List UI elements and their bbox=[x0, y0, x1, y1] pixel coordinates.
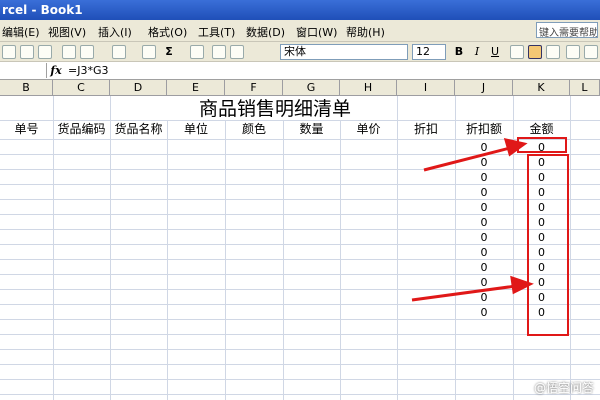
window-title: rcel - Book1 bbox=[2, 3, 83, 17]
currency-icon[interactable] bbox=[584, 45, 598, 59]
column-header-e[interactable]: E bbox=[167, 80, 225, 95]
column-header-f[interactable]: F bbox=[225, 80, 283, 95]
formatting-toolbar: Σ 宋体 12 B I U bbox=[0, 42, 600, 62]
arrow-line-bottom bbox=[411, 284, 517, 302]
preview-icon[interactable] bbox=[20, 45, 34, 59]
window-title-bar: rcel - Book1 bbox=[0, 0, 600, 20]
column-header-g[interactable]: G bbox=[283, 80, 340, 95]
undo-icon[interactable] bbox=[112, 45, 126, 59]
print-icon[interactable] bbox=[2, 45, 16, 59]
menu-format[interactable]: 格式(O) bbox=[148, 24, 187, 40]
column-header-h[interactable]: H bbox=[340, 80, 397, 95]
column-header-c[interactable]: C bbox=[53, 80, 110, 95]
copy-icon[interactable] bbox=[62, 45, 76, 59]
chart-wizard-icon[interactable] bbox=[212, 45, 226, 59]
align-center-icon[interactable] bbox=[528, 45, 542, 59]
menu-view[interactable]: 视图(V) bbox=[48, 24, 86, 40]
italic-button[interactable]: I bbox=[470, 44, 484, 59]
align-left-icon[interactable] bbox=[510, 45, 524, 59]
menu-bar: 编辑(E) 视图(V) 插入(I) 格式(O) 工具(T) 数据(D) 窗口(W… bbox=[0, 20, 600, 42]
hyperlink-icon[interactable] bbox=[142, 45, 156, 59]
insert-function-icon[interactable]: fx bbox=[46, 63, 66, 78]
column-header-l[interactable]: L bbox=[570, 80, 600, 95]
merge-center-icon[interactable] bbox=[566, 45, 580, 59]
menu-edit[interactable]: 编辑(E) bbox=[2, 24, 40, 40]
arrow-line-top bbox=[423, 146, 511, 172]
spellcheck-icon[interactable] bbox=[38, 45, 52, 59]
menu-tools[interactable]: 工具(T) bbox=[198, 24, 235, 40]
formula-bar: fx =J3*G3 bbox=[0, 62, 600, 80]
column-header-d[interactable]: D bbox=[110, 80, 167, 95]
annotation-arrows bbox=[411, 137, 534, 302]
font-size-select[interactable]: 12 bbox=[412, 44, 446, 60]
menu-help[interactable]: 帮助(H) bbox=[346, 24, 385, 40]
name-box[interactable] bbox=[0, 63, 47, 78]
align-right-icon[interactable] bbox=[546, 45, 560, 59]
bold-button[interactable]: B bbox=[452, 44, 466, 59]
sort-ascending-icon[interactable] bbox=[190, 45, 204, 59]
watermark: @悟空问答 bbox=[533, 381, 594, 395]
column-header-i[interactable]: I bbox=[397, 80, 455, 95]
arrow-head-top bbox=[503, 137, 528, 157]
help-icon[interactable] bbox=[230, 45, 244, 59]
menu-data[interactable]: 数据(D) bbox=[246, 24, 285, 40]
column-header-b[interactable]: B bbox=[0, 80, 53, 95]
underline-button[interactable]: U bbox=[488, 44, 502, 59]
menu-window[interactable]: 窗口(W) bbox=[296, 24, 337, 40]
worksheet-grid[interactable]: 商品销售明细清单 单号 货品编码 货品名称 单位 颜色 数量 单价 折扣 折扣额… bbox=[0, 96, 600, 400]
menu-insert[interactable]: 插入(I) bbox=[98, 24, 132, 40]
autosum-button[interactable]: Σ bbox=[162, 44, 176, 59]
column-header-j[interactable]: J bbox=[455, 80, 513, 95]
column-headers: B C D E F G H I J K L bbox=[0, 80, 600, 96]
column-header-k[interactable]: K bbox=[513, 80, 570, 95]
font-name-select[interactable]: 宋体 bbox=[280, 44, 408, 60]
paste-icon[interactable] bbox=[80, 45, 94, 59]
help-search-input[interactable]: 键入需要帮助 bbox=[536, 22, 598, 38]
arrow-head-bottom bbox=[510, 275, 534, 295]
formula-input[interactable]: =J3*G3 bbox=[68, 63, 108, 78]
